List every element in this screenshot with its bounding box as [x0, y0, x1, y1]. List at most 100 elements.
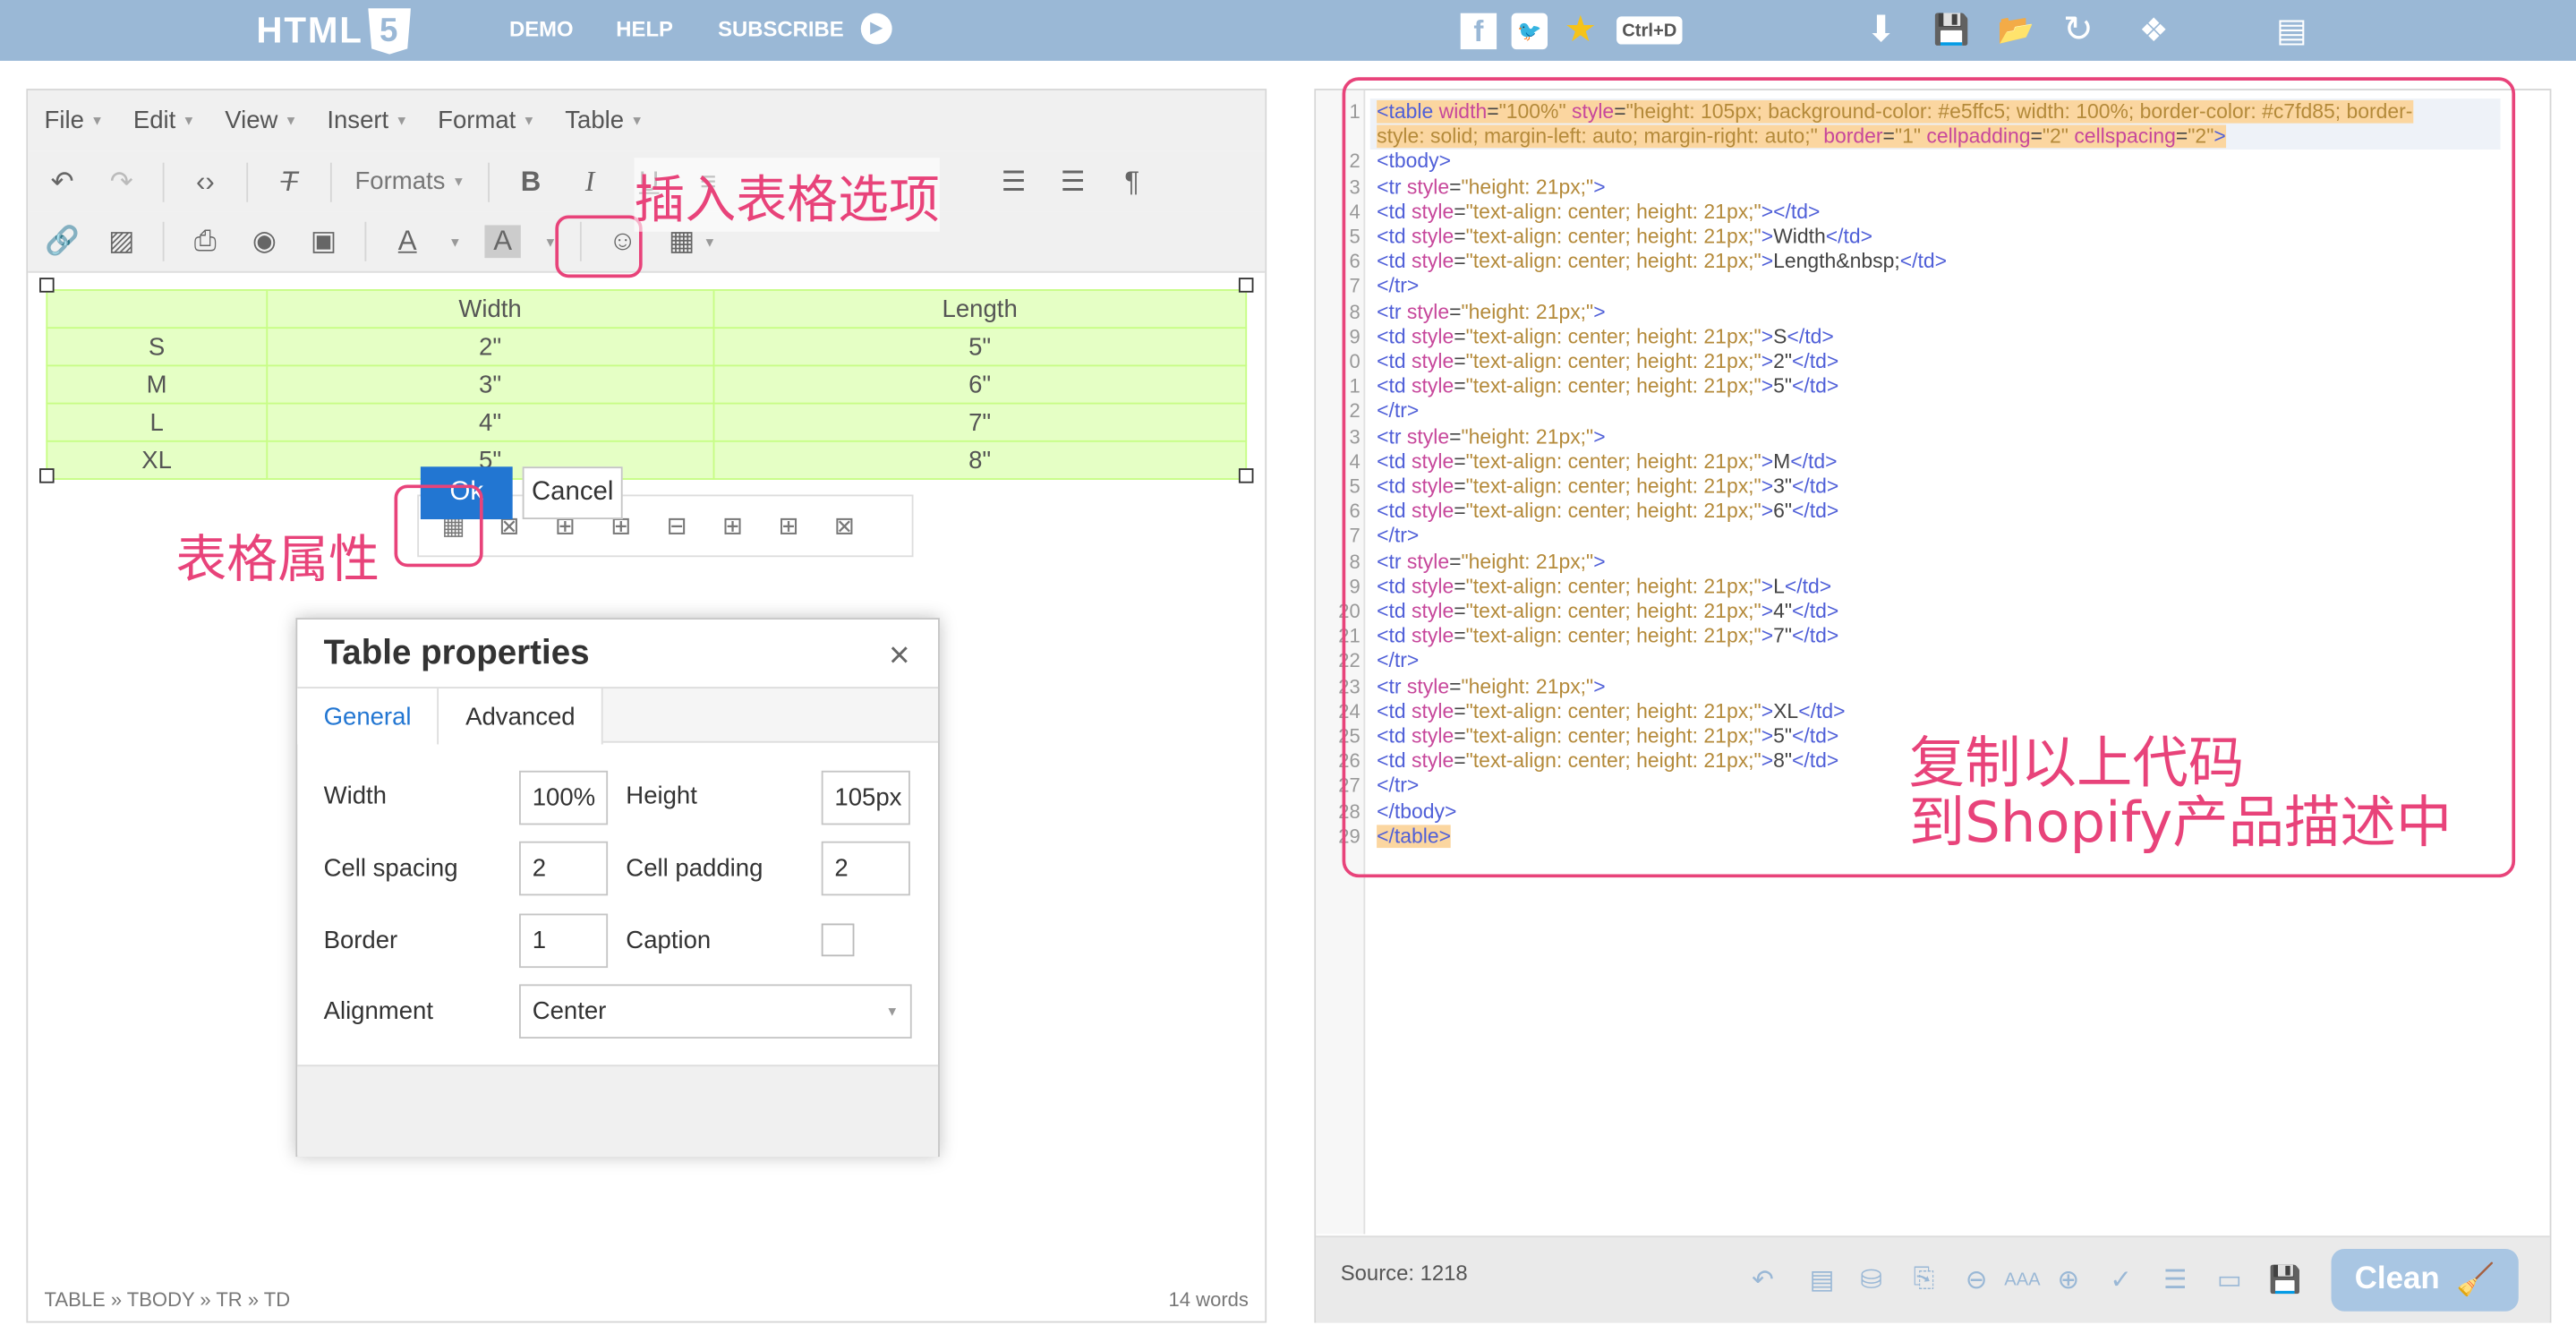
divider — [488, 161, 490, 201]
preview-icon[interactable]: ◉ — [246, 218, 282, 264]
font-decrease-icon[interactable]: ⊖ — [1957, 1261, 1996, 1300]
table-row: XL 5" 8" — [46, 440, 1248, 480]
menu-view[interactable]: View ▼ — [225, 107, 297, 134]
table-cell[interactable]: 2" — [266, 327, 715, 367]
chevron-down-icon: ▼ — [885, 1004, 899, 1019]
resize-handle[interactable] — [1238, 468, 1254, 483]
media-icon[interactable]: ▣ — [305, 218, 341, 264]
star-icon[interactable]: ★ — [1561, 8, 1600, 49]
width-input[interactable]: 100% — [519, 770, 609, 825]
link-icon[interactable]: 🔗 — [45, 218, 81, 264]
chevron-down-icon: ▼ — [452, 174, 465, 190]
cancel-button[interactable]: Cancel — [522, 466, 623, 520]
element-path[interactable]: TABLE » TBODY » TR » TD — [45, 1288, 291, 1312]
menu-file[interactable]: File ▼ — [45, 107, 104, 134]
border-input[interactable]: 1 — [519, 913, 609, 969]
undo-icon[interactable]: ↶ — [1743, 1261, 1782, 1300]
font-increase-icon[interactable]: ⊕ — [2049, 1261, 2088, 1300]
nav-help[interactable]: HELP — [616, 16, 673, 41]
save-icon[interactable]: 💾 — [2265, 1261, 2305, 1300]
folder-open-icon[interactable]: 📂 — [1996, 10, 2035, 49]
table-cell[interactable]: 8" — [712, 440, 1248, 480]
height-input[interactable]: 105px — [821, 770, 910, 825]
resize-handle[interactable] — [1238, 278, 1254, 293]
resize-handle[interactable] — [39, 468, 55, 483]
insert-col-after-icon[interactable]: ⊞ — [767, 504, 810, 547]
dropbox-icon[interactable]: ❖ — [2134, 10, 2173, 49]
formats-dropdown[interactable]: Formats ▼ — [354, 158, 465, 204]
table-cell[interactable]: 6" — [712, 364, 1248, 405]
table-cell[interactable]: L — [46, 402, 268, 442]
chevron-down-icon: ▼ — [522, 113, 536, 129]
database-icon[interactable]: ⛁ — [1852, 1261, 1891, 1300]
cell-padding-input[interactable]: 2 — [821, 841, 910, 896]
background-color-icon[interactable]: A — [484, 225, 521, 259]
menu-edit[interactable]: Edit ▼ — [133, 107, 195, 134]
table-cell[interactable]: 4" — [266, 402, 715, 442]
resize-handle[interactable] — [39, 278, 55, 293]
nav-demo[interactable]: DEMO — [509, 16, 574, 41]
twitter-icon[interactable]: 🐦 — [1511, 13, 1548, 50]
menu-insert[interactable]: Insert ▼ — [327, 107, 408, 134]
outdent-icon[interactable]: ☰ — [995, 158, 1031, 204]
table-cell[interactable]: Length — [712, 289, 1248, 329]
table-cell[interactable]: XL — [46, 440, 268, 480]
certificate-icon[interactable]: ▤ — [2272, 10, 2311, 49]
document-icon[interactable]: ▤ — [1802, 1261, 1841, 1300]
source-code-icon[interactable]: ‹› — [187, 158, 223, 204]
play-icon[interactable]: ▶ — [860, 13, 892, 45]
table-properties-highlight — [394, 484, 483, 568]
undo-icon[interactable]: ↶ — [45, 158, 81, 204]
nav-subscribe[interactable]: SUBSCRIBE — [718, 16, 844, 41]
window-icon[interactable]: ▭ — [2210, 1261, 2249, 1300]
dialog-tabs: General Advanced — [297, 687, 939, 745]
download-icon[interactable]: ⬇ — [1862, 8, 1901, 49]
clean-button[interactable]: Clean 🧹 — [2331, 1248, 2519, 1312]
size-table[interactable]: Width Length S 2" 5" M 3" 6" L 4" 7" XL 5" 8" — [46, 289, 1248, 480]
status-bar: TABLE » TBODY » TR » TD 14 words — [28, 1277, 1265, 1322]
tab-advanced[interactable]: Advanced — [439, 688, 603, 745]
image-icon[interactable]: ▨ — [104, 218, 140, 264]
menu-table[interactable]: Table ▼ — [565, 107, 644, 134]
print-icon[interactable]: ⎙ — [187, 218, 223, 264]
chevron-down-icon[interactable]: ▼ — [448, 218, 462, 264]
insert-col-before-icon[interactable]: ⊞ — [712, 504, 755, 547]
table-cell[interactable]: M — [46, 364, 268, 405]
refresh-icon[interactable]: ↻ — [2059, 8, 2098, 49]
table-cell[interactable] — [46, 289, 268, 329]
table-cell[interactable]: 5" — [712, 327, 1248, 367]
chevron-down-icon: ▼ — [90, 113, 104, 129]
tab-general[interactable]: General — [297, 688, 439, 745]
formats-label: Formats — [354, 167, 446, 196]
alignment-select[interactable]: Center ▼ — [519, 984, 912, 1039]
copy-icon[interactable]: ⎘ — [1904, 1261, 1943, 1300]
bookmark-shortcut-label: Ctrl+D — [1616, 16, 1683, 45]
menu-format[interactable]: Format ▼ — [438, 107, 535, 134]
table-cell[interactable]: S — [46, 327, 268, 367]
paragraph-icon[interactable]: ¶ — [1114, 158, 1150, 204]
menu-table-label: Table — [565, 107, 625, 135]
logo-badge: 5 — [368, 8, 412, 55]
redo-icon[interactable]: ↷ — [104, 158, 140, 204]
text-color-icon[interactable]: A — [389, 218, 425, 264]
bold-icon[interactable]: B — [513, 158, 549, 204]
delete-col-icon[interactable]: ⊠ — [823, 504, 866, 547]
caption-label: Caption — [626, 927, 712, 955]
caption-checkbox[interactable] — [821, 923, 855, 957]
cell-spacing-input[interactable]: 2 — [519, 841, 609, 896]
spellcheck-icon[interactable]: ✓ — [2102, 1261, 2141, 1300]
indent-icon[interactable]: ☰ — [1055, 158, 1091, 204]
html5-logo[interactable]: HTML 5 — [256, 6, 412, 56]
table-properties-dialog: Table properties × General Advanced Widt… — [295, 618, 940, 1158]
save-icon[interactable]: 💾 — [1932, 10, 1972, 49]
clear-format-icon[interactable]: T — [271, 158, 307, 204]
delete-row-icon[interactable]: ⊟ — [655, 504, 698, 547]
close-icon[interactable]: × — [889, 634, 910, 677]
table-cell[interactable]: Width — [266, 289, 715, 329]
table-cell[interactable]: 3" — [266, 364, 715, 405]
indent-icon[interactable]: ☰ — [2155, 1261, 2195, 1300]
facebook-icon[interactable]: f — [1460, 13, 1497, 50]
table-cell[interactable]: 7" — [712, 402, 1248, 442]
font-size-icon[interactable]: AAA — [2002, 1261, 2042, 1300]
italic-icon[interactable]: I — [572, 158, 608, 204]
